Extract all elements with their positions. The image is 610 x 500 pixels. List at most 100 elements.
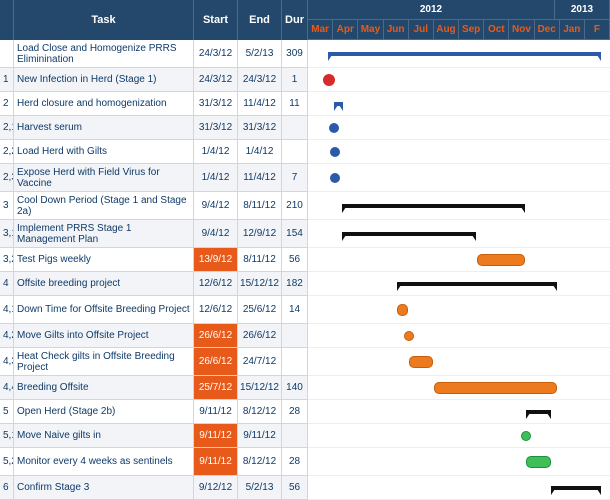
cell-num: 5,1 (0, 424, 14, 448)
year-2012: 2012 (308, 0, 555, 20)
cell-task: Load Close and Homogenize PRRS Eliminina… (14, 40, 194, 68)
table-row: 5,2Monitor every 4 weeks as sentinels9/1… (0, 448, 610, 476)
cell-end: 26/6/12 (238, 324, 282, 348)
table-row: 5,1Move Naive gilts in9/11/129/11/12 (0, 424, 610, 448)
cell-end: 11/4/12 (238, 164, 282, 192)
cell-task: Herd closure and homogenization (14, 92, 194, 116)
summary-bar (526, 410, 551, 414)
cell-start: 9/4/12 (194, 220, 238, 248)
cell-start: 9/11/12 (194, 424, 238, 448)
cell-start: 13/9/12 (194, 248, 238, 272)
cell-dur: 210 (282, 192, 308, 220)
table-row: 3,1Implement PRRS Stage 1 Management Pla… (0, 220, 610, 248)
cell-start: 26/6/12 (194, 324, 238, 348)
summary-bar (397, 282, 557, 286)
gantt-lane (308, 448, 610, 476)
cell-dur: 56 (282, 476, 308, 500)
cell-num: 6 (0, 476, 14, 500)
cell-dur: 28 (282, 448, 308, 476)
summary-bar (342, 232, 476, 236)
cell-num: 5,2 (0, 448, 14, 476)
cell-dur: 154 (282, 220, 308, 248)
cell-dur: 309 (282, 40, 308, 68)
col-task: Task (14, 0, 194, 40)
cell-num: 4,3 (0, 348, 14, 376)
gantt-lane (308, 192, 610, 220)
cell-task: Load Herd with Gilts (14, 140, 194, 164)
table-row: 1New Infection in Herd (Stage 1)24/3/122… (0, 68, 610, 92)
cell-dur (282, 116, 308, 140)
cell-task: Offsite breeding project (14, 272, 194, 296)
month-sep: Sep (459, 20, 484, 40)
cell-end: 9/11/12 (238, 424, 282, 448)
milestone (521, 431, 531, 441)
cell-task: Heat Check gilts in Offsite Breeding Pro… (14, 348, 194, 376)
table-row: 2Herd closure and homogenization31/3/121… (0, 92, 610, 116)
table-row: 3,2Test Pigs weekly13/9/128/11/1256 (0, 248, 610, 272)
summary-bar (328, 52, 602, 56)
task-bar (526, 456, 551, 468)
cell-end: 25/6/12 (238, 296, 282, 324)
cell-start: 24/3/12 (194, 40, 238, 68)
cell-start: 12/6/12 (194, 296, 238, 324)
cell-dur: 182 (282, 272, 308, 296)
cell-end: 24/7/12 (238, 348, 282, 376)
month-f: F (585, 20, 610, 40)
gantt-lane (308, 376, 610, 400)
cell-dur: 56 (282, 248, 308, 272)
month-jan: Jan (560, 20, 585, 40)
cell-num: 4 (0, 272, 14, 296)
cell-task: Confirm Stage 3 (14, 476, 194, 500)
gantt-lane (308, 400, 610, 424)
month-mar: Mar (308, 20, 333, 40)
cell-task: Harvest serum (14, 116, 194, 140)
cell-start: 9/4/12 (194, 192, 238, 220)
table-row: 2,2Load Herd with Gilts1/4/121/4/12 (0, 140, 610, 164)
cell-task: Expose Herd with Field Virus for Vaccine (14, 164, 194, 192)
cell-dur: 14 (282, 296, 308, 324)
gantt-lane (308, 116, 610, 140)
cell-num: 2,3 (0, 164, 14, 192)
cell-start: 9/11/12 (194, 400, 238, 424)
table-row: 2,1Harvest serum31/3/1231/3/12 (0, 116, 610, 140)
gantt-lane (308, 424, 610, 448)
month-nov: Nov (509, 20, 534, 40)
cell-start: 26/6/12 (194, 348, 238, 376)
cell-dur (282, 424, 308, 448)
table-row: Load Close and Homogenize PRRS Eliminina… (0, 40, 610, 68)
cell-end: 8/12/12 (238, 448, 282, 476)
col-dur: Dur (282, 0, 308, 40)
cell-end: 15/12/12 (238, 376, 282, 400)
cell-dur (282, 348, 308, 376)
cell-end: 15/12/12 (238, 272, 282, 296)
cell-start: 9/11/12 (194, 448, 238, 476)
gantt-lane (308, 164, 610, 192)
cell-task: Open Herd (Stage 2b) (14, 400, 194, 424)
summary-bar (342, 204, 525, 208)
gantt-lane (308, 68, 610, 92)
cell-dur: 7 (282, 164, 308, 192)
cell-task: Move Gilts into Offsite Project (14, 324, 194, 348)
gantt-lane (308, 92, 610, 116)
table-header: Task Start End Dur 2012 2013 MarAprMayJu… (0, 0, 610, 40)
task-bar (434, 382, 557, 394)
cell-num (0, 40, 14, 68)
col-start: Start (194, 0, 238, 40)
table-row: 5Open Herd (Stage 2b)9/11/128/12/1228 (0, 400, 610, 424)
cell-num: 3,2 (0, 248, 14, 272)
cell-num: 1 (0, 68, 14, 92)
cell-dur (282, 140, 308, 164)
gantt-lane (308, 272, 610, 296)
cell-end: 8/11/12 (238, 192, 282, 220)
gantt-lane (308, 348, 610, 376)
milestone (323, 74, 335, 86)
cell-num: 4,4 (0, 376, 14, 400)
month-oct: Oct (484, 20, 509, 40)
cell-task: Cool Down Period (Stage 1 and Stage 2a) (14, 192, 194, 220)
cell-end: 8/11/12 (238, 248, 282, 272)
cell-num: 2,1 (0, 116, 14, 140)
col-num (0, 0, 14, 40)
cell-task: Implement PRRS Stage 1 Management Plan (14, 220, 194, 248)
milestone (404, 331, 414, 341)
cell-task: Down Time for Offsite Breeding Project (14, 296, 194, 324)
